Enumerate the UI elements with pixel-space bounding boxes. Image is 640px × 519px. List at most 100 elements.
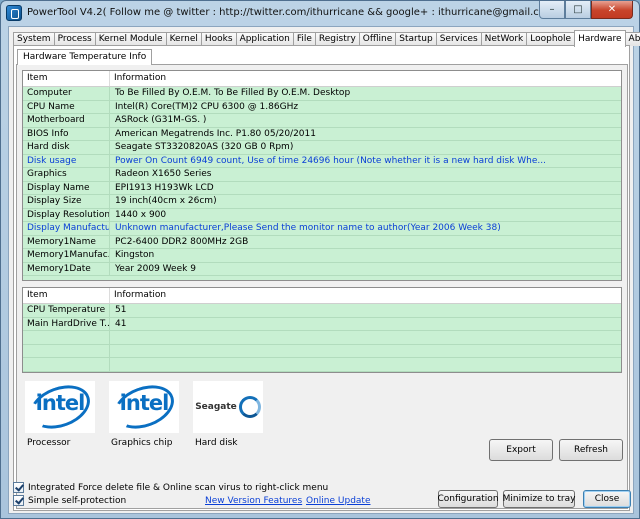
tab-startup[interactable]: Startup [395, 32, 437, 46]
table-row[interactable]: Disk usage Power On Count 6949 count, Use… [23, 154, 621, 168]
title-bar[interactable]: PowerTool V4.2( Follow me @ twitter : ht… [1, 1, 639, 25]
seagate-logo: Seagate [193, 381, 263, 433]
close-window-button[interactable]: ✕ [591, 1, 633, 19]
window-title: PowerTool V4.2( Follow me @ twitter : ht… [27, 7, 559, 18]
table-row[interactable]: BIOS Info American Megatrends Inc. P1.80 … [23, 127, 621, 141]
tab-about[interactable]: About [624, 32, 640, 46]
tab-kernel-module[interactable]: Kernel Module [94, 32, 167, 46]
tab-kernel[interactable]: Kernel [165, 32, 202, 46]
checkbox-label: Integrated Force delete file & Online sc… [28, 482, 329, 493]
row-item: Main HardDrive T... [23, 317, 110, 330]
tab-offline[interactable]: Offline [358, 32, 397, 46]
table-row[interactable]: Main HardDrive T... 41 [23, 317, 621, 331]
app-window: PowerTool V4.2( Follow me @ twitter : ht… [0, 0, 640, 519]
table-row[interactable]: Motherboard ASRock (G31M-GS. ) [23, 114, 621, 128]
row-information: To Be Filled By O.E.M. To Be Filled By O… [115, 88, 351, 98]
table-row[interactable]: Memory1Name PC2-6400 DDR2 800MHz 2GB [23, 235, 621, 249]
row-information: Seagate ST3320820AS (320 GB 0 Rpm) [115, 142, 294, 152]
chip-label: Processor [27, 438, 71, 448]
tab-hardware-temperature-info[interactable]: Hardware Temperature Info [17, 49, 153, 65]
table-row[interactable]: Hard disk Seagate ST3320820AS (320 GB 0 R… [23, 141, 621, 155]
row-information: PC2-6400 DDR2 800MHz 2GB [115, 236, 249, 247]
tab-hardware[interactable]: Hardware [574, 30, 626, 47]
chip-card: intel Graphics chip [108, 377, 191, 448]
minimize-button[interactable]: – [539, 1, 565, 19]
temperature-table: Item Information CPU Temperature 51 Main H… [22, 287, 622, 373]
refresh-button[interactable]: Refresh [559, 439, 623, 461]
logo-text: intel [119, 391, 170, 415]
row-information: 19 inch(40cm x 26cm) [115, 196, 217, 206]
hardware-pane: Hardware Temperature Info Item Informati… [13, 45, 630, 511]
row-information: American Megatrends Inc. P1.80 05/20/201… [115, 128, 316, 139]
row-information: Radeon X1650 Series [115, 169, 212, 179]
table-row[interactable]: Memory1Manufac... Kingston [23, 249, 621, 263]
table-row[interactable]: CPU Name Intel(R) Core(TM)2 CPU 6300 @ 1.… [23, 100, 621, 114]
column-header-item[interactable]: Item [23, 288, 110, 303]
table-row[interactable]: Display Resolution 1440 x 900 [23, 208, 621, 222]
table-row[interactable]: Graphics Radeon X1650 Series [23, 168, 621, 182]
app-icon [6, 5, 22, 21]
minimize-to-tray-button[interactable]: Minimize to tray [503, 490, 575, 508]
table-row[interactable]: CPU Temperature 51 [23, 304, 621, 318]
tab-application[interactable]: Application [235, 32, 294, 46]
column-header-information[interactable]: Information [110, 288, 166, 303]
checkbox-checked-icon[interactable] [13, 495, 24, 506]
tab-network[interactable]: NetWork [480, 32, 528, 46]
table-header: Item Information [23, 288, 621, 304]
row-item: Display Size [23, 195, 110, 208]
logo-text: intel [35, 391, 86, 415]
hardware-subpane: Item Information Computer To Be Filled By… [16, 64, 628, 509]
right-click-menu-checkbox[interactable]: Integrated Force delete file & Online sc… [13, 482, 328, 493]
online-update-link[interactable]: Online Update [306, 496, 371, 506]
close-button[interactable]: Close [583, 490, 631, 508]
row-item: Memory1Manufac... [23, 249, 110, 262]
row-information: 51 [115, 305, 127, 315]
checkbox-checked-icon[interactable] [13, 482, 24, 493]
row-information: ASRock (G31M-GS. ) [115, 115, 207, 125]
row-item: Computer [23, 87, 110, 100]
column-header-information[interactable]: Information [110, 71, 166, 86]
tab-loophole[interactable]: Loophole [526, 32, 576, 46]
row-information: Unknown manufacturer,Please Send the mon… [115, 223, 501, 233]
empty-row [23, 358, 621, 372]
table-row[interactable]: Computer To Be Filled By O.E.M. To Be Fil… [23, 87, 621, 101]
row-item: Display Name [23, 181, 110, 194]
empty-row [23, 344, 621, 358]
chip-label: Graphics chip [111, 438, 173, 448]
row-item: BIOS Info [23, 127, 110, 140]
row-information: 1440 x 900 [115, 209, 167, 220]
chip-logos: intel Processor intel Graphics chip Seagate H… [24, 377, 277, 448]
tab-registry[interactable]: Registry [314, 32, 360, 46]
row-item: Memory1Date [23, 262, 110, 275]
row-information: Intel(R) Core(TM)2 CPU 6300 @ 1.86GHz [115, 101, 299, 112]
row-item: Graphics [23, 168, 110, 181]
chip-label: Hard disk [195, 438, 238, 448]
main-tabs: System Process Kernel Module Kernel Hooks App… [13, 30, 640, 47]
row-information: 41 [115, 318, 127, 329]
row-item: Motherboard [23, 114, 110, 127]
tab-services[interactable]: Services [435, 32, 482, 46]
column-header-item[interactable]: Item [23, 71, 110, 86]
table-row[interactable]: Display Manufactu... Unknown manufacturer… [23, 222, 621, 236]
table-row[interactable]: Display Name EPI1913 H193Wk LCD [23, 181, 621, 195]
intel-logo: intel [24, 377, 96, 437]
table-header: Item Information [23, 71, 621, 87]
row-information: Kingston [115, 250, 155, 260]
export-button[interactable]: Export [489, 439, 553, 461]
row-item: Display Resolution [23, 208, 110, 221]
table-row[interactable]: Memory1Date Year 2009 Week 9 [23, 262, 621, 276]
tab-file[interactable]: File [292, 32, 316, 46]
maximize-button[interactable]: □ [565, 1, 591, 19]
row-information: EPI1913 H193Wk LCD [115, 182, 214, 193]
configuration-button[interactable]: Configuration [437, 490, 499, 508]
row-item: Memory1Name [23, 235, 110, 248]
row-item: Hard disk [23, 141, 110, 154]
row-information: Power On Count 6949 count, Use of time 2… [115, 155, 546, 166]
tab-hooks[interactable]: Hooks [200, 32, 237, 46]
self-protection-checkbox[interactable]: Simple self-protection [13, 495, 126, 506]
table-row[interactable]: Display Size 19 inch(40cm x 26cm) [23, 195, 621, 209]
new-version-features-link[interactable]: New Version Features [205, 496, 302, 506]
tab-system[interactable]: System [13, 32, 55, 46]
row-information: Year 2009 Week 9 [115, 263, 196, 274]
tab-process[interactable]: Process [53, 32, 96, 46]
